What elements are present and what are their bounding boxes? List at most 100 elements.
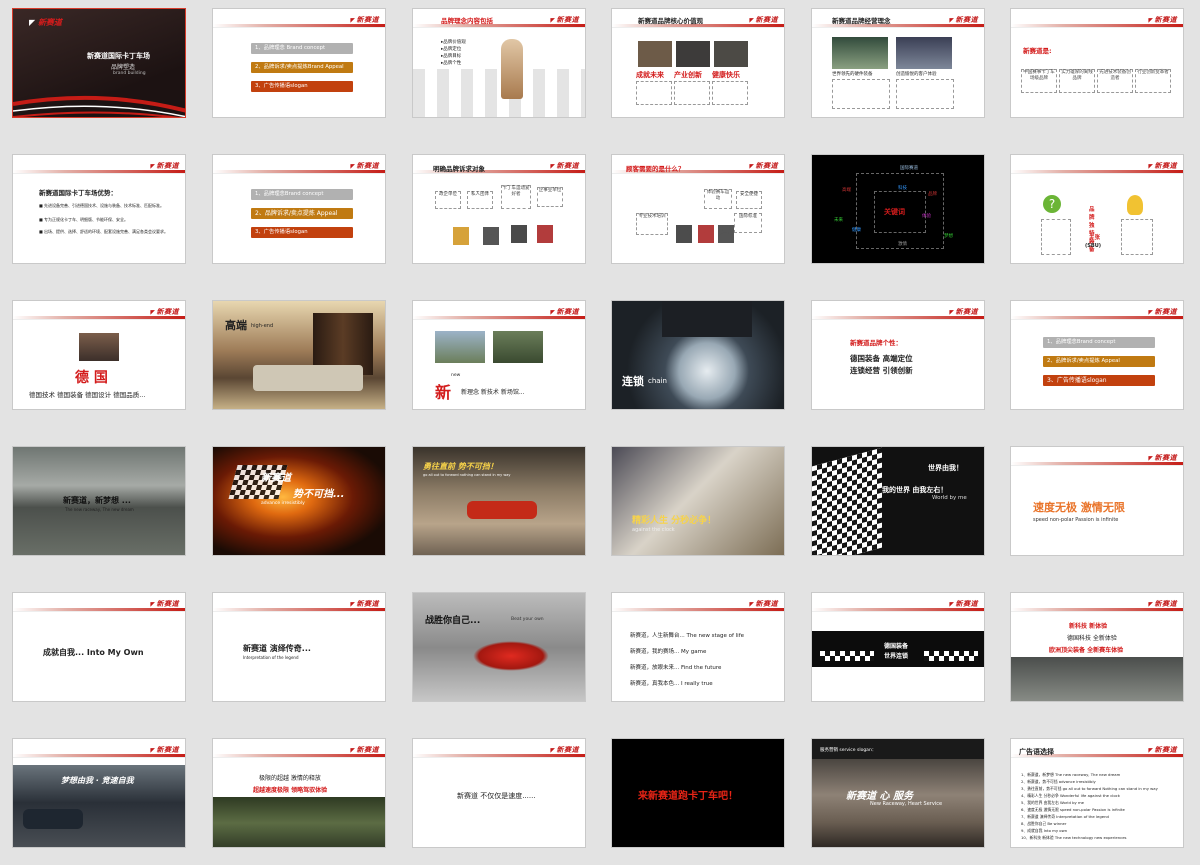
- slide-thumbnail-19[interactable]: 新赛道，新梦想 ... The new raceway, The new dre…: [12, 446, 186, 556]
- text-box: 行业创新变革者: [1135, 69, 1171, 93]
- slide-header: 新赛道: [13, 739, 185, 759]
- slide-title: 顾客需要的是什么？: [626, 165, 685, 173]
- slide-thumbnail-21[interactable]: 勇往直前 势不可挡！ go all out to forward nothing…: [412, 446, 586, 556]
- logo-icon: 新赛道: [1148, 599, 1177, 609]
- person-icon: [537, 225, 553, 243]
- text-line: 超越速度极限 领略驾驭体验: [253, 787, 328, 794]
- slide-thumbnail-25[interactable]: 新赛道 成就自我... Into My Own: [12, 592, 186, 702]
- keyword: 高端: [842, 188, 851, 193]
- photo: [832, 37, 888, 69]
- slide-header: 新赛道: [812, 301, 984, 321]
- bubble: 私人团体: [467, 191, 493, 209]
- slide-header: 新赛道: [213, 739, 385, 759]
- slide-thumbnail-2[interactable]: 新赛道 1、品牌理念 Brand concept 2、品牌诉求/卖点提炼Bran…: [212, 8, 386, 118]
- logo-icon: 新赛道: [1148, 15, 1177, 25]
- text-box: [674, 81, 710, 105]
- photo: [79, 333, 119, 361]
- logo-icon: 新赛道: [1148, 161, 1177, 171]
- slide-title: 新赛道 心 服务: [846, 791, 913, 802]
- slide-thumbnail-26[interactable]: 新赛道 新赛道 演绎传奇... Interpretation of the le…: [212, 592, 386, 702]
- slide-thumbnail-22[interactable]: 精彩人生 分秒必争！ against the clock: [611, 446, 785, 556]
- menu-item: 2、品牌诉求/卖点提炼 Appeal: [1043, 356, 1155, 367]
- slide-thumbnail-1[interactable]: ◤ 新赛道 新赛道国际卡丁车场 品牌塑造 brand building: [12, 8, 186, 118]
- slide-thumbnail-6[interactable]: 新赛道 新赛道是: 中国赛事卡丁车场级品牌 实力雄厚的离线品牌 先进技术装备创造…: [1010, 8, 1184, 118]
- chessboard-image: [413, 69, 585, 117]
- slide-thumbnail-13[interactable]: 新赛道 德 国 德国技术 德国装备 德国设计 德国品质...: [12, 300, 186, 410]
- value-label: 成就未来: [636, 71, 664, 79]
- label: 世界领先的硬件装备: [832, 72, 873, 77]
- slide-title: 新赛道品牌个性：: [850, 339, 902, 347]
- slide-thumbnail-4[interactable]: 新赛道 新赛道品牌核心价值观 成就未来 产业创新 健康快乐: [611, 8, 785, 118]
- logo-icon: 新赛道: [150, 745, 179, 755]
- slide-thumbnail-5[interactable]: 新赛道 新赛道品牌经营理念 世界领先的硬件装备 创造愉悦的客户体验: [811, 8, 985, 118]
- chess-king-icon: [501, 39, 523, 99]
- checkered-flag: [924, 651, 978, 661]
- photo: [896, 37, 952, 69]
- slide-title: 新赛道: [261, 473, 291, 484]
- slide-thumbnail-20[interactable]: 新赛道 势不可挡... advance irresistibly: [212, 446, 386, 556]
- slide-title: 品牌理念内容包括: [441, 17, 493, 25]
- slide-thumbnail-35[interactable]: 服务营销 service slogan： 新赛道 心 服务 New Racewa…: [811, 738, 985, 848]
- slide-thumbnail-30[interactable]: 新赛道 新科技 新体验 德国科技 全新体验 欧洲顶尖装备 全新赛车体验: [1010, 592, 1184, 702]
- text-line: 德国装备: [884, 643, 909, 650]
- slide-thumbnail-17[interactable]: 新赛道 新赛道品牌个性： 德国装备 高端定位 连锁经营 引领创新: [811, 300, 985, 410]
- slide-header: 新赛道: [1011, 447, 1183, 467]
- label: 创造愉悦的客户体验: [896, 72, 937, 77]
- slide-header: 新赛道: [213, 593, 385, 613]
- text-line: 新赛道，放眼未来... Find the future: [630, 665, 722, 671]
- slide-thumbnail-31[interactable]: 新赛道 梦想由我 · 竞速自我: [12, 738, 186, 848]
- slide-header: 新赛道: [1011, 301, 1183, 321]
- logo-icon: 新赛道: [749, 15, 778, 25]
- slide-title: 连锁: [622, 375, 644, 388]
- text-box: [636, 81, 672, 105]
- text-line: 极限的超越 激情的释放: [259, 775, 321, 782]
- slide-thumbnail-10[interactable]: 新赛道 顾客需要的是什么？ 专业技术培训 体验赛车运动 国际标准 安全便捷: [611, 154, 785, 264]
- slide-thumbnail-12[interactable]: 新赛道 ? 品牌独特装备 主张 (SBU): [1010, 154, 1184, 264]
- slide-subtitle: against the clock: [632, 527, 675, 533]
- slide-title: 来新赛道跑卡丁车吧！: [638, 791, 738, 802]
- caption: 德国技术 德国装备 德国设计 德国品质...: [29, 391, 146, 399]
- slide-header: 新赛道: [1011, 593, 1183, 613]
- menu-item: 1、品牌理念Brand concept: [251, 189, 353, 200]
- logo-icon: 新赛道: [1148, 307, 1177, 317]
- slide-thumbnail-16[interactable]: 连锁 chain: [611, 300, 785, 410]
- swoosh-decoration: [13, 95, 185, 117]
- slide-title: 势不可挡...: [293, 489, 345, 500]
- slide-thumbnail-18[interactable]: 新赛道 1、品牌理念Brand concept 2、品牌诉求/卖点提炼 Appe…: [1010, 300, 1184, 410]
- slide-thumbnail-23[interactable]: 世界由我！ 我的世界 由我左右！ World by me: [811, 446, 985, 556]
- sofa: [253, 365, 363, 391]
- logo-icon: 新赛道: [550, 161, 579, 171]
- slide-thumbnail-24[interactable]: 新赛道 速度无极 激情无限 speed non-polar Passion is…: [1010, 446, 1184, 556]
- slide-thumbnail-3[interactable]: 新赛道 品牌理念内容包括 ▸品牌价值观 ▸品牌定位 ▸品牌目标 ▸品牌个性: [412, 8, 586, 118]
- text-box: 中国赛事卡丁车场级品牌: [1021, 69, 1057, 93]
- slide-thumbnail-29[interactable]: 新赛道 德国装备 世界连锁: [811, 592, 985, 702]
- slide-thumbnail-14[interactable]: 高端 high-end: [212, 300, 386, 410]
- slide-thumbnail-28[interactable]: 新赛道 新赛道，人生新舞台... The new stage of life 新…: [611, 592, 785, 702]
- slide-thumbnail-33[interactable]: 新赛道 新赛道 不仅仅是速度......: [412, 738, 586, 848]
- slide-header: 新赛道: [1011, 155, 1183, 175]
- slide-thumbnail-36[interactable]: 新赛道 广告语选择 1、新赛道，新梦想 The new raceway, The…: [1010, 738, 1184, 848]
- slide-thumbnail-8[interactable]: 新赛道 1、品牌理念Brand concept 2、品牌诉求/卖点提炼 Appe…: [212, 154, 386, 264]
- person-icon: [718, 225, 734, 243]
- slide-subtitle: go all out to forward nothing can stand …: [423, 473, 511, 477]
- text-box: [712, 81, 748, 105]
- slide-thumbnail-27[interactable]: 战胜你自己... Beat your own: [412, 592, 586, 702]
- slide-thumbnail-15[interactable]: 新赛道 新 new 新理念 新技术 新场馆...: [412, 300, 586, 410]
- slide-thumbnail-9[interactable]: 新赛道 明确品牌诉求对象 政企单位 私人团体 卡丁车运动爱好者 企事业单位: [412, 154, 586, 264]
- menu-item: 3、广告传播语slogan: [251, 227, 353, 238]
- slide-thumbnail-7[interactable]: 新赛道 新赛道国际卡丁车场优势： ■ 先进设备完善、引进德国技术、设施与装备、技…: [12, 154, 186, 264]
- slide-caption: brand building: [113, 71, 146, 76]
- slide-header: 新赛道: [13, 155, 185, 175]
- question-icon: ?: [1043, 195, 1061, 213]
- keyword: 科技: [898, 186, 907, 191]
- slide-thumbnail-34[interactable]: 来新赛道跑卡丁车吧！: [611, 738, 785, 848]
- slide-thumbnail-32[interactable]: 新赛道 极限的超越 激情的释放 超越速度极限 领略驾驭体验: [212, 738, 386, 848]
- list-item: 9、成就自我 Into my own: [1021, 828, 1068, 833]
- slide-thumbnail-11[interactable]: 关键词 国际赛道 高端 品牌 体验 梦想 未来 健康 科技 激情: [811, 154, 985, 264]
- bubble: 企事业单位: [537, 187, 563, 207]
- text-line: World by me: [932, 495, 967, 501]
- text-line: 新科技 新体验: [1069, 623, 1108, 630]
- label: (SBU): [1085, 243, 1102, 249]
- text-box: [1121, 219, 1153, 255]
- keyword: 体验: [922, 214, 931, 219]
